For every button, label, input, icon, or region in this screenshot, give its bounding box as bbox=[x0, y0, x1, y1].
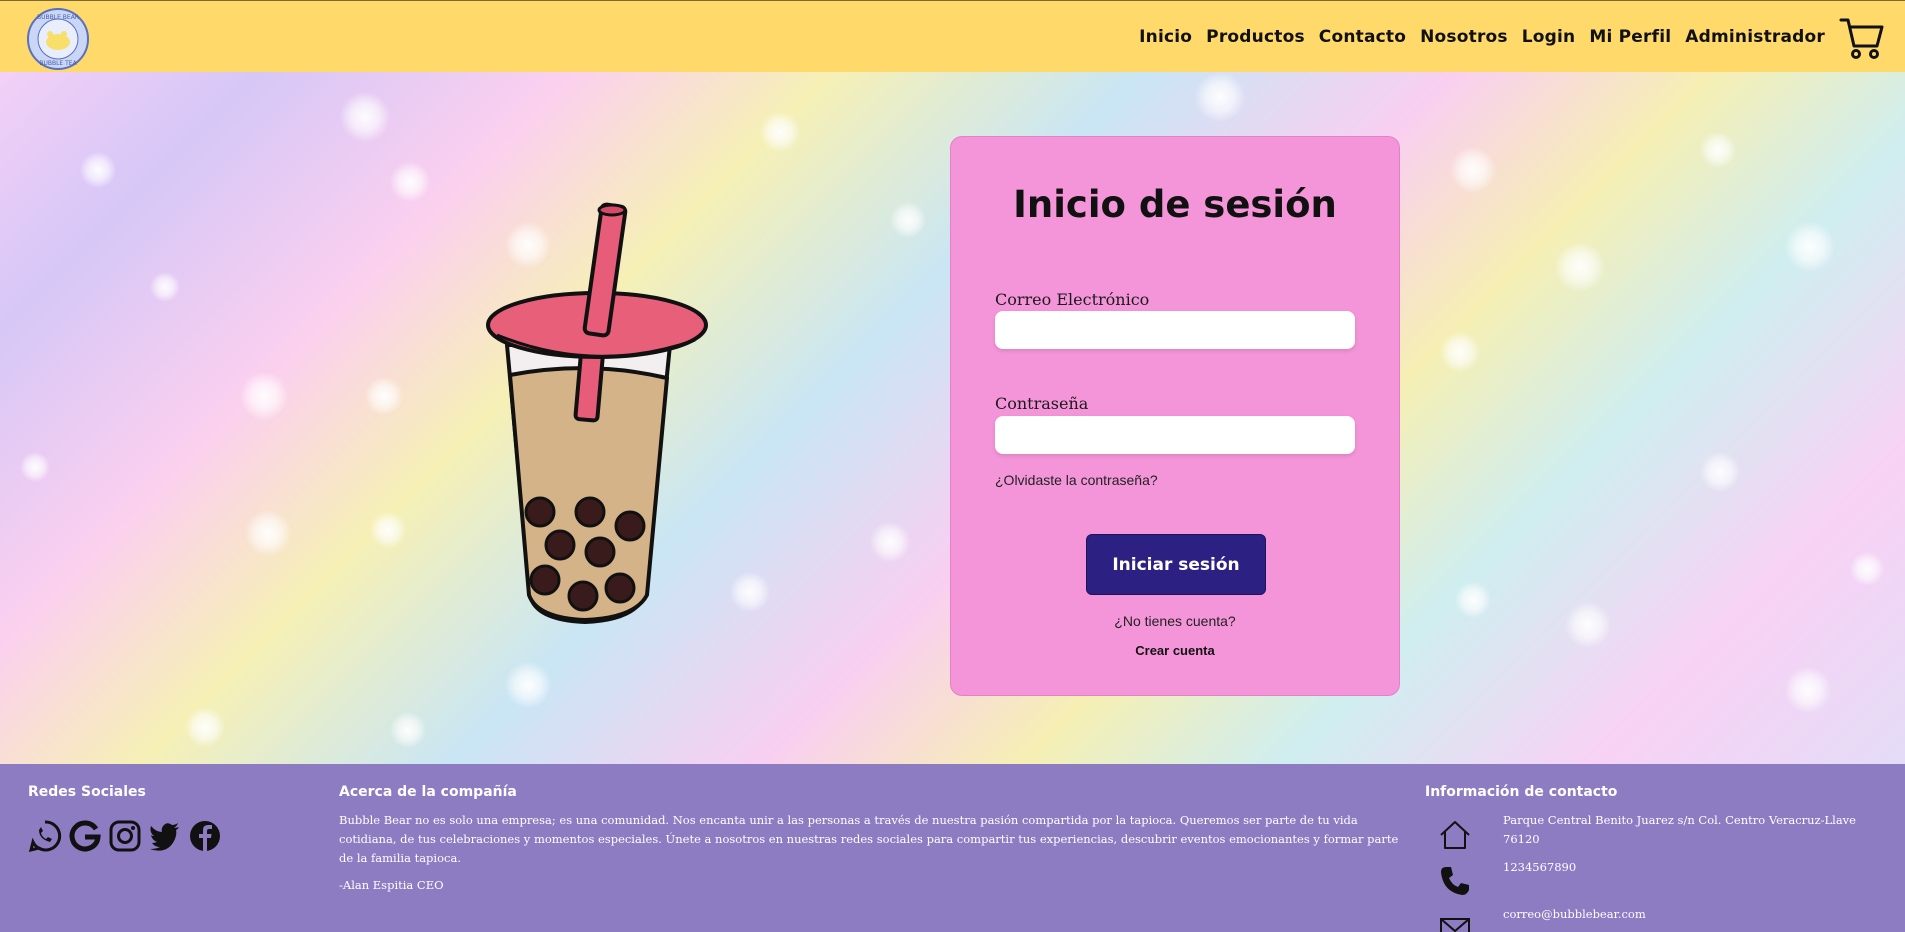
login-button[interactable]: Iniciar sesión bbox=[1086, 534, 1266, 595]
boba-tea-illustration bbox=[486, 202, 708, 624]
about-heading: Acerca de la compañía bbox=[339, 784, 517, 800]
no-account-text: ¿No tienes cuenta? bbox=[1114, 613, 1236, 629]
nav-productos[interactable]: Productos bbox=[1206, 27, 1305, 47]
site-footer: Redes Sociales Acerca de la compañía Bub… bbox=[0, 764, 1905, 932]
sparkle bbox=[1440, 332, 1480, 372]
svg-text:BUBBLE TEA: BUBBLE TEA bbox=[39, 60, 77, 67]
create-account-link[interactable]: Crear cuenta bbox=[951, 643, 1399, 658]
twitter-icon[interactable] bbox=[148, 819, 182, 853]
sparkle bbox=[80, 152, 116, 188]
sparkle bbox=[20, 452, 50, 482]
whatsapp-icon[interactable] bbox=[28, 819, 62, 853]
mail-icon bbox=[1440, 918, 1470, 932]
password-field[interactable] bbox=[995, 416, 1355, 454]
sparkle bbox=[890, 202, 926, 238]
nav-login[interactable]: Login bbox=[1522, 27, 1576, 47]
sparkle bbox=[245, 510, 291, 556]
bubble-bear-logo[interactable]: BUBBLE BEAR BUBBLE TEA bbox=[26, 7, 90, 71]
sparkle bbox=[505, 662, 551, 708]
sparkle bbox=[1455, 582, 1491, 618]
nav-inicio[interactable]: Inicio bbox=[1139, 27, 1192, 47]
sparkle bbox=[390, 712, 426, 748]
svg-text:BUBBLE BEAR: BUBBLE BEAR bbox=[37, 14, 79, 21]
sparkle bbox=[240, 372, 288, 420]
sparkle bbox=[1850, 552, 1884, 586]
social-heading: Redes Sociales bbox=[28, 784, 146, 800]
nav-administrador[interactable]: Administrador bbox=[1685, 27, 1825, 47]
nav-mi-perfil[interactable]: Mi Perfil bbox=[1589, 27, 1671, 47]
instagram-icon[interactable] bbox=[108, 819, 142, 853]
contact-email: correo@bubblebear.com bbox=[1503, 907, 1646, 921]
sparkle bbox=[340, 92, 390, 142]
sparkle bbox=[1700, 132, 1736, 168]
sparkle bbox=[1785, 667, 1831, 713]
email-field[interactable] bbox=[995, 311, 1355, 349]
shopping-cart-icon[interactable] bbox=[1839, 15, 1885, 61]
contact-phone: 1234567890 bbox=[1503, 860, 1577, 874]
nav-contacto[interactable]: Contacto bbox=[1319, 27, 1406, 47]
nav-nosotros[interactable]: Nosotros bbox=[1420, 27, 1508, 47]
sparkle bbox=[1555, 242, 1605, 292]
forgot-password-link[interactable]: ¿Olvidaste la contraseña? bbox=[995, 472, 1158, 488]
sparkle bbox=[150, 272, 180, 302]
sparkle bbox=[1700, 452, 1740, 492]
site-header: BUBBLE BEAR BUBBLE TEA Inicio Productos … bbox=[0, 0, 1905, 72]
sparkle bbox=[760, 112, 800, 152]
login-card: Inicio de sesión Correo Electrónico Cont… bbox=[950, 136, 1400, 696]
sparkle bbox=[1195, 72, 1245, 122]
sparkle bbox=[370, 512, 406, 548]
home-icon bbox=[1440, 821, 1470, 849]
sparkle bbox=[1450, 147, 1496, 193]
sparkle bbox=[870, 522, 910, 562]
social-icons bbox=[28, 819, 222, 853]
google-icon[interactable] bbox=[68, 819, 102, 853]
sparkle bbox=[365, 377, 403, 415]
contact-heading: Información de contacto bbox=[1425, 784, 1618, 800]
sparkle bbox=[185, 707, 225, 747]
main-nav: Inicio Productos Contacto Nosotros Login… bbox=[1139, 1, 1825, 73]
sparkle bbox=[390, 162, 430, 202]
sparkle bbox=[730, 572, 770, 612]
login-title: Inicio de sesión bbox=[1013, 183, 1337, 226]
about-text: Bubble Bear no es solo una empresa; es u… bbox=[339, 813, 1399, 865]
sparkle bbox=[1565, 602, 1611, 648]
phone-icon bbox=[1441, 867, 1469, 895]
facebook-icon[interactable] bbox=[188, 819, 222, 853]
password-label: Contraseña bbox=[995, 394, 1089, 413]
sparkle bbox=[1785, 222, 1835, 272]
about-signature: -Alan Espitia CEO bbox=[339, 878, 444, 892]
contact-address: Parque Central Benito Juarez s/n Col. Ce… bbox=[1503, 813, 1856, 846]
email-label: Correo Electrónico bbox=[995, 290, 1150, 309]
